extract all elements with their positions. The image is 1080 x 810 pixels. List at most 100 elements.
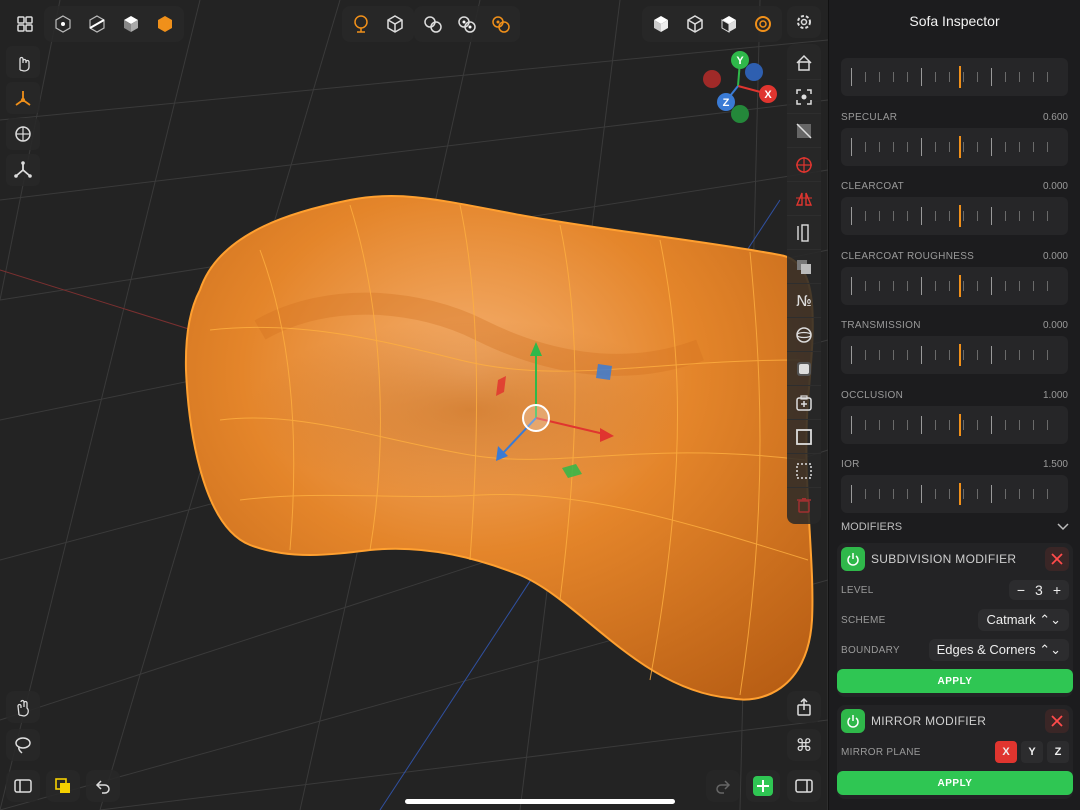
home-icon[interactable] [787, 46, 821, 80]
mirror-z-toggle[interactable]: Z [1047, 741, 1069, 763]
value-slider[interactable] [841, 475, 1068, 513]
slider-tick [1005, 350, 1006, 360]
slider-tick [977, 280, 978, 291]
property-row: SPECULAR 0.600 [829, 112, 1080, 182]
slider-tick [851, 415, 852, 434]
lasso-icon[interactable] [6, 729, 40, 761]
square-icon[interactable] [787, 420, 821, 454]
slider-tick [1019, 141, 1020, 152]
numbers-icon[interactable]: № [787, 284, 821, 318]
slider-tick [1033, 141, 1034, 152]
transform-icon[interactable] [6, 154, 40, 186]
svg-text:⌘: ⌘ [796, 736, 813, 755]
lasso-select-icon[interactable] [345, 9, 377, 39]
slider-tick [921, 68, 922, 86]
layers-icon[interactable] [787, 250, 821, 284]
chevron-down-icon[interactable] [1057, 523, 1069, 531]
slider-tick [1005, 419, 1006, 430]
slider-tick [1047, 211, 1048, 221]
sphere-icon[interactable] [787, 318, 821, 352]
solid-cube-icon[interactable] [645, 9, 677, 39]
slider-marker[interactable] [959, 483, 962, 505]
slider-tick [977, 350, 978, 360]
wireframe-icon[interactable] [787, 114, 821, 148]
slider-tick [949, 211, 950, 221]
close-icon[interactable] [1045, 547, 1069, 571]
value-slider[interactable] [841, 336, 1068, 374]
undo-icon[interactable] [86, 770, 120, 802]
mirror-y-toggle[interactable]: Y [1021, 741, 1043, 763]
value-slider[interactable] [841, 197, 1068, 235]
sidebar-icon[interactable] [6, 770, 40, 802]
selection-icon[interactable] [787, 454, 821, 488]
value-slider[interactable] [841, 405, 1068, 444]
color-icon[interactable] [46, 770, 80, 802]
add-object-icon[interactable] [746, 770, 780, 802]
power-icon[interactable] [841, 547, 865, 571]
increment-button[interactable]: + [1053, 582, 1061, 598]
edge-mode-icon[interactable] [81, 9, 113, 39]
trash-icon[interactable] [787, 488, 821, 522]
modifiers-header[interactable]: MODIFIERS [829, 516, 1080, 538]
slider-marker[interactable] [959, 205, 962, 227]
slider-tick [851, 276, 852, 295]
vertex-mode-icon[interactable] [47, 9, 79, 39]
share-icon[interactable] [787, 691, 821, 723]
slider-marker[interactable] [959, 135, 962, 158]
render-icon[interactable] [747, 9, 779, 39]
scheme-label: SCHEME [841, 614, 886, 626]
level-stepper[interactable]: − 3 + [1008, 580, 1069, 600]
add-icon[interactable] [787, 386, 821, 420]
proportional-icon[interactable] [485, 9, 517, 39]
ruler-icon[interactable] [787, 216, 821, 250]
slider-tick [1047, 280, 1048, 291]
3d-viewport[interactable]: Y X Z № ⌘ [0, 0, 828, 810]
navigation-gizmo[interactable]: Y X Z [698, 48, 782, 126]
command-icon[interactable]: ⌘ [787, 729, 821, 761]
frame-icon[interactable] [787, 80, 821, 114]
mirror-x-toggle[interactable]: X [995, 741, 1017, 763]
face-mode-icon[interactable] [115, 9, 147, 39]
slider-tick [893, 419, 894, 430]
slider-marker[interactable] [959, 344, 962, 366]
shaded-cube-icon[interactable] [713, 9, 745, 39]
move-gizmo-icon[interactable] [6, 82, 40, 114]
mirror-icon[interactable] [787, 182, 821, 216]
object-mode-icon[interactable] [149, 9, 181, 39]
slider-marker[interactable] [959, 274, 962, 297]
material-icon[interactable] [787, 352, 821, 386]
apply-mirror-button[interactable]: APPLY [837, 771, 1073, 795]
settings-gear-icon[interactable] [787, 6, 821, 38]
cube-outline-icon[interactable] [379, 9, 411, 39]
property-value: 0.600 [1042, 111, 1068, 123]
value-slider[interactable] [841, 58, 1068, 96]
slider-tick [851, 346, 852, 364]
property-label: TRANSMISSION [841, 320, 921, 331]
slider-tick [949, 419, 950, 430]
property-row: CLEARCOAT 0.000 [829, 181, 1080, 251]
redo-icon[interactable] [706, 770, 740, 802]
close-icon[interactable] [1045, 709, 1069, 733]
slider-marker[interactable] [959, 66, 962, 88]
decrement-button[interactable]: − [1017, 582, 1025, 598]
boundary-select[interactable]: Edges & Corners ⌃⌄ [928, 639, 1069, 661]
value-slider[interactable] [841, 127, 1068, 166]
scheme-select[interactable]: Catmark ⌃⌄ [978, 609, 1069, 631]
touch-icon[interactable] [6, 46, 40, 78]
wire-cube-icon[interactable] [679, 9, 711, 39]
hand-icon[interactable] [6, 691, 40, 723]
apply-subdivision-button[interactable]: APPLY [837, 669, 1073, 693]
power-icon[interactable] [841, 709, 865, 733]
globe-icon[interactable] [6, 118, 40, 150]
grid-icon[interactable] [9, 9, 41, 39]
snap-toolbar [414, 6, 520, 42]
value-slider[interactable] [841, 266, 1068, 305]
pivot-icon[interactable] [417, 9, 449, 39]
panel-icon[interactable] [787, 770, 821, 802]
target-icon[interactable] [787, 148, 821, 182]
subdivision-modifier-card: SUBDIVISION MODIFIER LEVEL − 3 + SCHEME … [837, 543, 1073, 697]
slider-marker[interactable] [959, 413, 962, 436]
slider-tick [879, 419, 880, 430]
snap-icon[interactable] [451, 9, 483, 39]
slider-tick [851, 68, 852, 86]
